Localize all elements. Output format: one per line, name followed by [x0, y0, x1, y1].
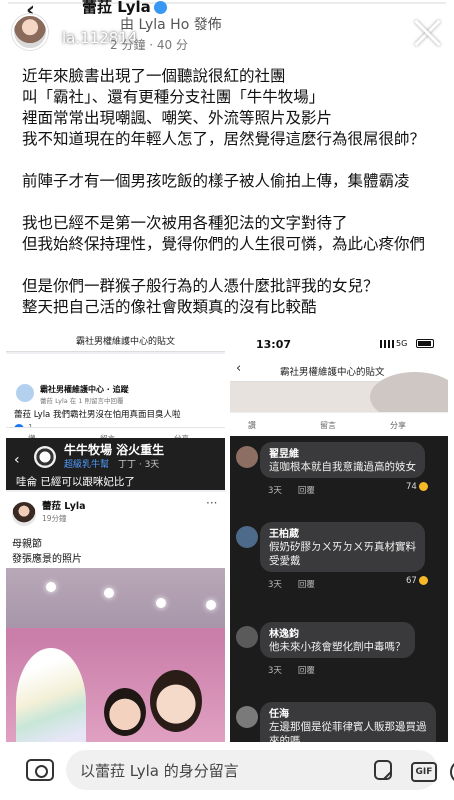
comment-text: 左邊那個是從菲律賓人販那邊買過	[269, 721, 427, 733]
body-line: 但是你們一群猴子般行為的人憑什麼批評我的女兒？	[22, 277, 379, 295]
comment-reply-link: 回覆	[297, 486, 315, 496]
comment-input-placeholder: 以蕾菈 Lyla 的身分留言	[80, 762, 239, 780]
verified-badge-icon	[153, 1, 167, 14]
body-line: 前陣子才有一個男孩吃飯的樣子被人偷拍上傳，集體霸凌	[22, 172, 410, 190]
comment-bubble: 林逸鈞 他未來小孩會塑化劑中毒嗎？	[260, 622, 415, 658]
commenter-name: 牛牛牧場 浴火重生	[64, 443, 165, 457]
status-clock: 13:07	[256, 338, 292, 351]
body-line: 我也已經不是第一次被用各種犯法的文字對待了	[22, 214, 348, 232]
reaction-number: 67	[406, 576, 417, 586]
commenter-avatar	[236, 446, 258, 468]
comment-meta: 3天 回覆	[268, 484, 331, 496]
child-face	[104, 688, 146, 736]
network-label: 5G	[396, 339, 408, 348]
author-avatar[interactable]	[12, 14, 48, 50]
haha-reaction-icon	[418, 482, 428, 491]
comment-text: 受愛戴	[269, 555, 301, 567]
left-screenshot-header: 霸社男權維護中心的貼文	[6, 330, 225, 352]
comment-reply-link: 回覆	[297, 666, 315, 676]
comment-input[interactable]: 以蕾菈 Lyla 的身分留言 GIF	[66, 750, 454, 790]
group-quote: 蕾菈 Lyla 我們霸社男沒在怕用真面目臭人啦	[14, 410, 181, 420]
like-action: 讚	[248, 421, 256, 430]
commenter-meta: 丁丁 · 3天	[118, 460, 160, 470]
gif-icon[interactable]: GIF	[411, 762, 437, 782]
signal-icon	[380, 340, 394, 348]
body-line: 裡面常常出現嘲諷、嘲笑、外流等照片及影片	[22, 109, 333, 127]
woman-face	[150, 670, 202, 732]
reaction-count: 67	[406, 576, 428, 586]
ceiling-light	[46, 582, 56, 592]
left-header-title: 霸社男權維護中心的貼文	[76, 337, 176, 347]
comment-text: 這咖根本就自我意識過高的妓女	[269, 461, 416, 473]
comment-action: 留言	[320, 421, 336, 430]
body-line: 叫「霸社」、還有更種分支社團「牛牛牧場」	[22, 88, 325, 106]
comment-text: 假奶矽膠ㄉㄨㄞㄉㄨㄞ真材實料	[269, 541, 416, 553]
story-header: ‹ 蕾菈 Lyla 由 Lyla Ho 發佈 la.112814 2 分鐘 · …	[0, 0, 454, 64]
close-icon[interactable]	[412, 18, 442, 48]
post-line-2: 發張應景的照片	[12, 554, 82, 565]
commenter-name: 翟昱維	[269, 449, 299, 460]
commenter-name: 任海	[269, 709, 289, 720]
left-embedded-screenshot: 霸社男權維護中心的貼文 霸社男權維護中心 · 追蹤 蕾菈 Lyla 在 1 則留…	[6, 330, 225, 750]
body-line: 整天把自己活的像社會敗類真的沒有比較酷	[22, 298, 317, 316]
comment-age: 3天	[268, 486, 282, 496]
body-line: 近年來臉書出現了一個聽說很紅的社團	[22, 67, 286, 85]
group-subtitle: 蕾菈 Lyla 在 1 則留言中回覆	[40, 397, 124, 405]
comment-age: 3天	[268, 580, 282, 590]
comment-age: 3天	[268, 666, 282, 676]
ceiling-light	[206, 600, 216, 610]
commenter-name: 王柏葳	[269, 529, 299, 540]
commenter-badge: 超級乳牛幫	[64, 460, 110, 470]
dark-comment-card: ‹ 牛牛牧場 浴火重生 超級乳牛幫 丁丁 · 3天 哇侖 已經可以跟咪妃比了	[6, 438, 225, 490]
reaction-number: 74	[406, 482, 417, 492]
post-author-name: 蕾菈 Lyla	[42, 501, 86, 512]
post-author-avatar	[12, 502, 36, 526]
commenter-avatar	[236, 526, 258, 548]
ceiling-light	[104, 588, 114, 598]
reply-bar: 以蕾菈 Lyla 的身分留言 GIF	[0, 742, 454, 800]
right-actions-bar: 讚 留言 分享	[230, 412, 448, 436]
back-arrow-icon: ‹	[14, 452, 20, 468]
back-arrow-icon: ‹	[236, 361, 242, 376]
haha-reaction-icon	[418, 576, 428, 585]
group-name: 霸社男權維護中心 · 追蹤	[40, 385, 129, 394]
comment-bubble: 王柏葳 假奶矽膠ㄉㄨㄞㄉㄨㄞ真材實料 受愛戴	[260, 522, 425, 572]
reaction-count: 74	[406, 482, 428, 492]
commenter-name: 林逸鈞	[269, 629, 299, 640]
group-avatar	[16, 384, 34, 402]
comment-text: 哇侖 已經可以跟咪妃比了	[16, 476, 135, 488]
post-line-1: 母親節	[12, 539, 42, 550]
share-action: 分享	[390, 421, 406, 430]
commenter-avatar	[34, 446, 56, 468]
comment-text: 他未來小孩會塑化劑中毒嗎？	[269, 641, 406, 653]
right-embedded-screenshot: 13:07 5G ‹ 霸社男權維護中心的貼文 讚 留言 分享 翟昱維 這咖根本就自…	[230, 330, 448, 750]
comment-bubble: 翟昱維 這咖根本就自我意識過高的妓女	[260, 442, 425, 478]
commenter-avatar	[236, 706, 258, 728]
phone-status-bar: 13:07 5G	[230, 330, 448, 358]
ceiling-light	[156, 598, 166, 608]
emoji-icon[interactable]	[450, 760, 454, 784]
story-time: 2 分鐘 · 40 分	[110, 38, 188, 52]
comment-meta: 3天 回覆	[268, 578, 331, 590]
post-time: 19分鐘	[42, 514, 67, 523]
battery-icon	[416, 339, 434, 348]
body-line: 但我始終保持理性，覺得你們的人生很可憐，為此心疼你們	[22, 235, 426, 253]
post-body-text: 近年來臉書出現了一個聽說很紅的社團叫「霸社」、還有更種分支社團「牛牛牧場」 裡面常…	[22, 66, 442, 360]
story-progress-bar	[8, 2, 446, 4]
right-header-title: 霸社男權維護中心的貼文	[280, 367, 385, 378]
sticker-icon[interactable]	[372, 758, 394, 782]
ice-cream	[16, 648, 86, 748]
comment-reply-link: 回覆	[297, 580, 315, 590]
more-options-icon: ···	[206, 496, 218, 510]
body-line: 我不知道現在的年輕人怎了，居然覺得這麼行為很屌很帥？	[22, 130, 426, 148]
post-photo	[6, 568, 225, 748]
commenter-avatar	[236, 626, 258, 648]
comment-meta: 3天 回覆	[268, 664, 331, 676]
camera-icon[interactable]	[26, 759, 54, 781]
